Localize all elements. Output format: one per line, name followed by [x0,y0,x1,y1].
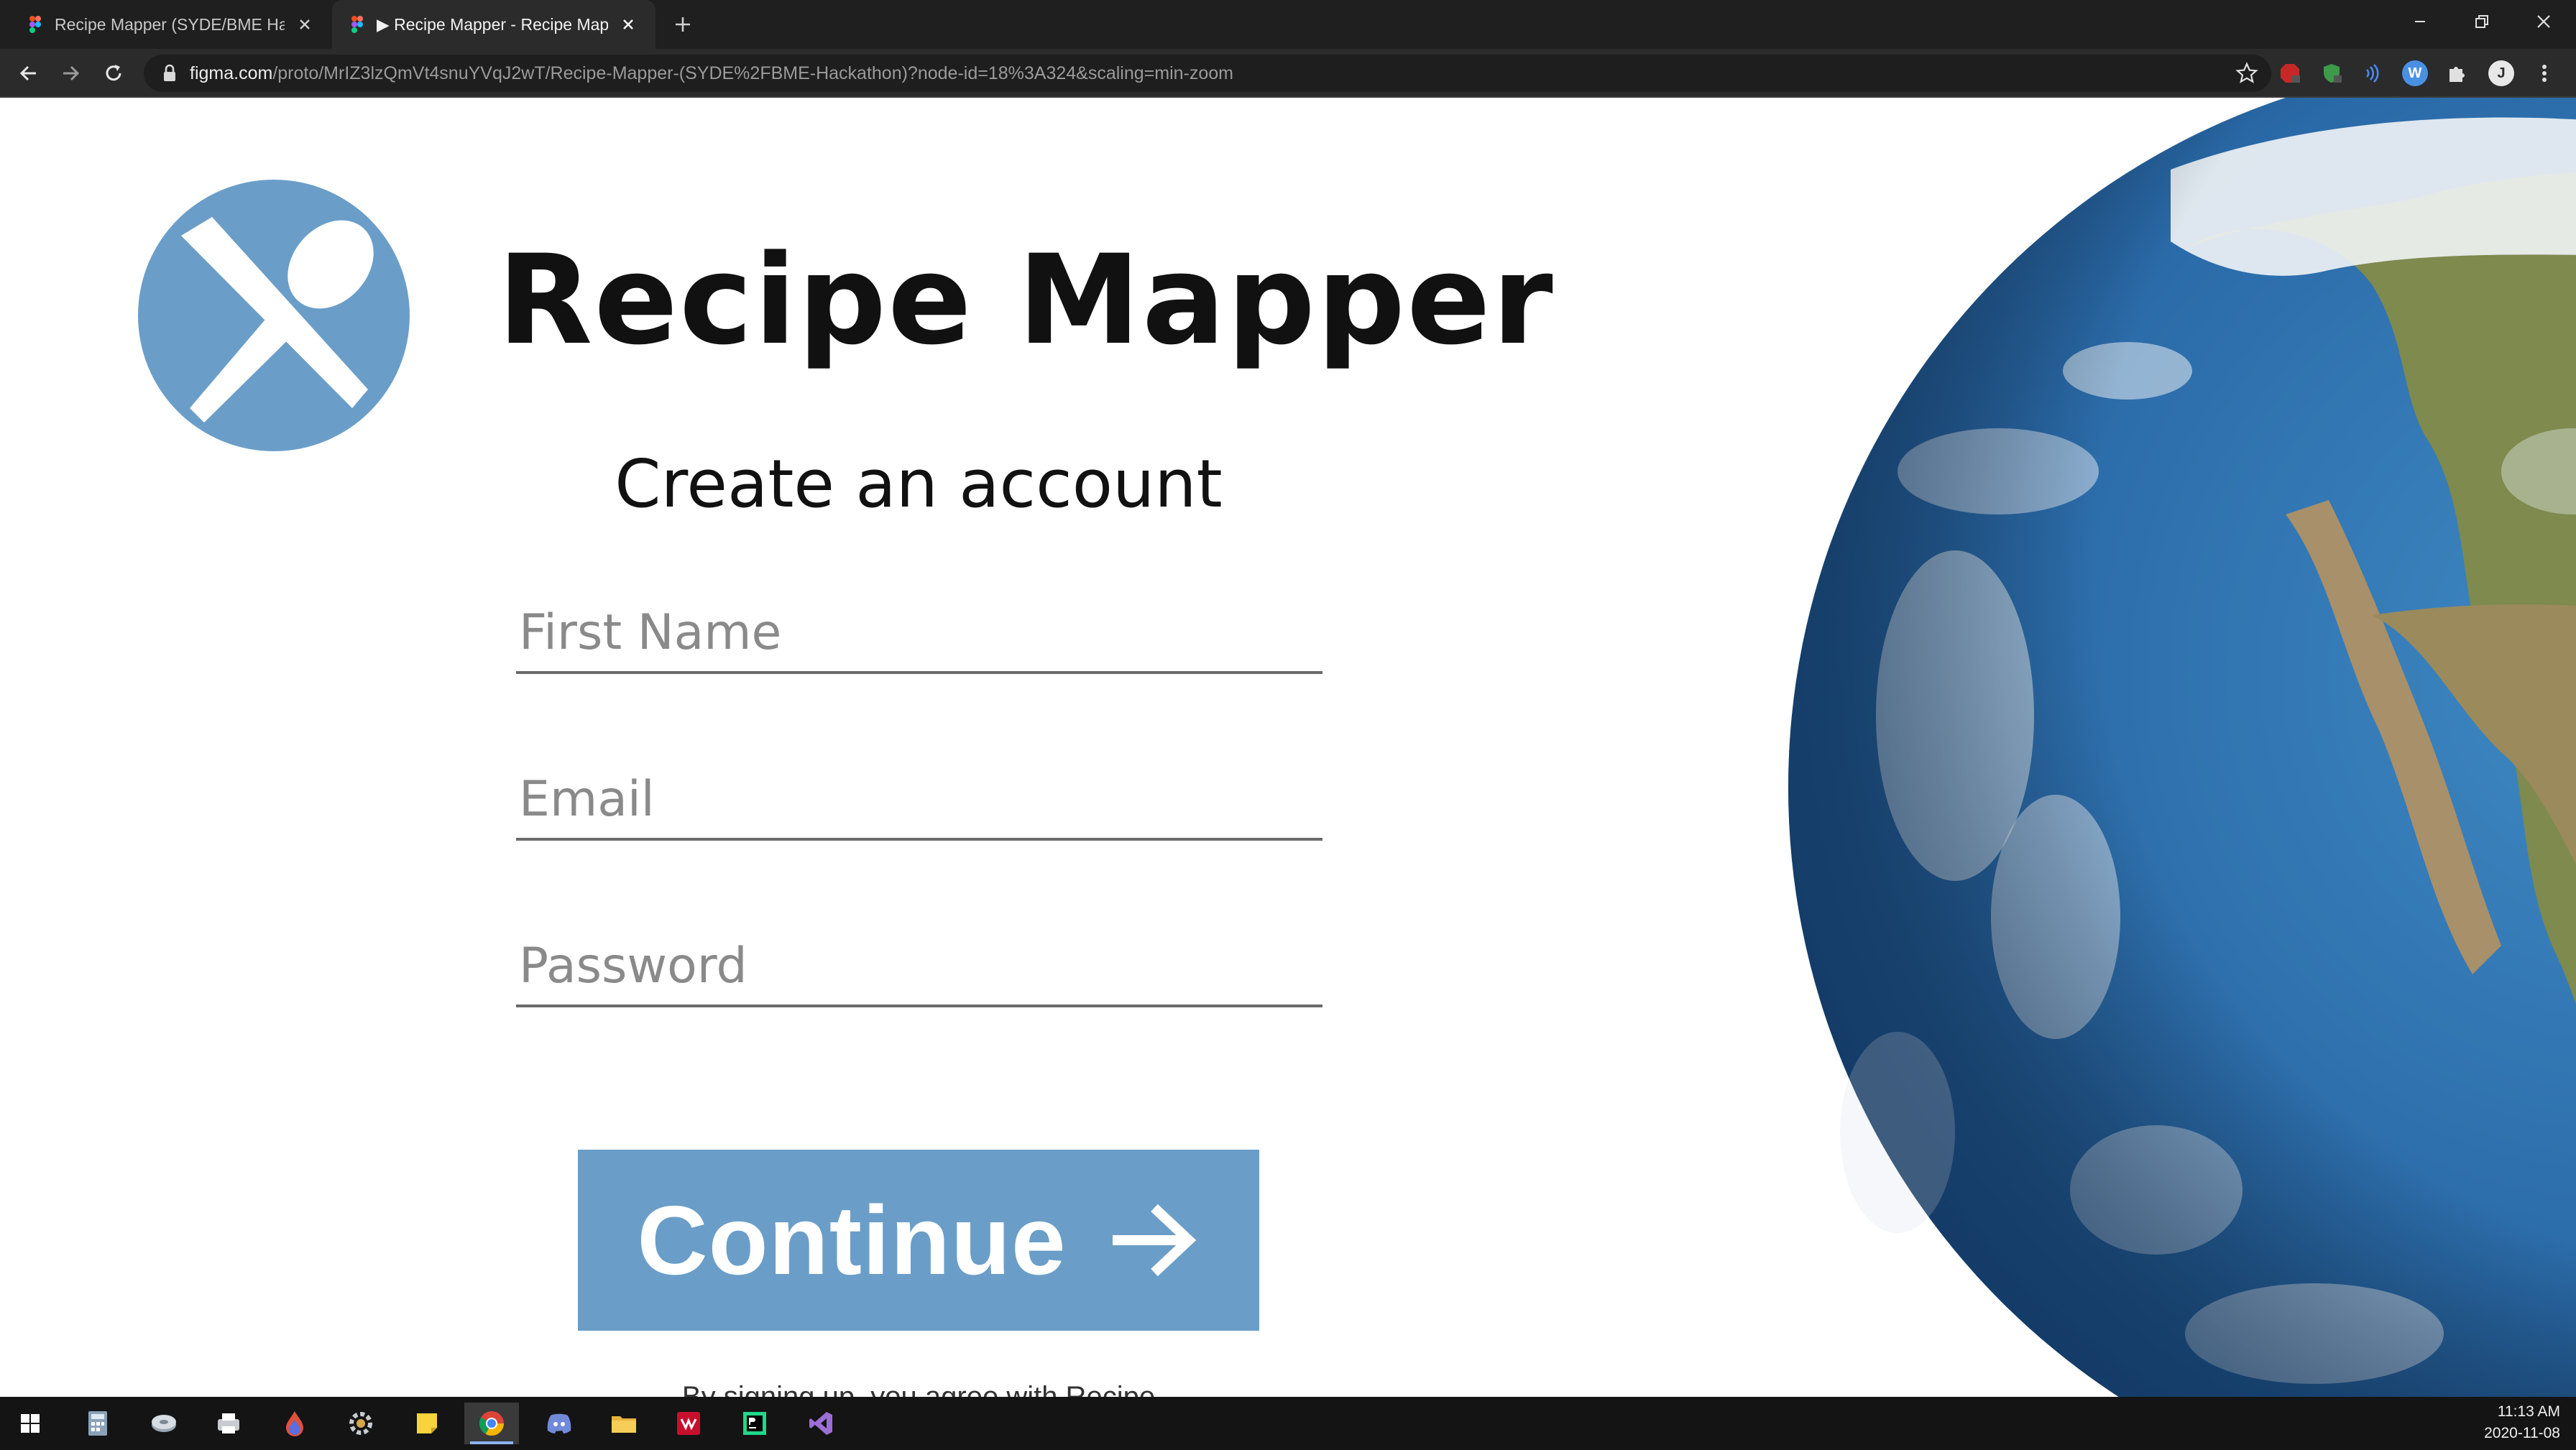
email-input[interactable] [516,763,1322,835]
tab-recipe-mapper-prototype[interactable]: ▶ Recipe Mapper - Recipe Mapp [332,0,656,49]
figma-icon [351,16,363,33]
close-icon [2537,15,2550,28]
address-bar[interactable]: figma.com/proto/MrIZ3lzQmVt4snuYVqJ2wT/R… [144,55,2271,92]
calculator-icon [88,1411,107,1436]
discord-icon [547,1413,571,1433]
extension-sound-icon[interactable] [2359,60,2385,86]
extension-w-icon[interactable]: W [2402,60,2428,86]
plus-icon [676,17,690,32]
url-host: figma.com [190,63,273,83]
screen: Recipe Mapper (SYDE/BME Hack ▶ Recipe Ma… [0,0,2576,1450]
windows-taskbar: 11:13 AM 2020-11-08 [0,1397,2576,1450]
profile-avatar[interactable]: J [2488,60,2514,86]
reload-icon [106,65,121,81]
windows-logo-icon [21,1414,40,1433]
arrow-right-icon [1112,1204,1196,1277]
restore-icon [2475,15,2488,28]
gear-icon [349,1412,372,1435]
close-icon[interactable] [617,13,640,36]
taskbar-discord[interactable] [532,1403,586,1444]
tab-recipe-mapper-file[interactable]: Recipe Mapper (SYDE/BME Hack [10,0,332,49]
tab-title: ▶ Recipe Mapper - Recipe Mapp [377,14,608,34]
taskbar-app-gear[interactable] [334,1403,388,1444]
earth-globe-image [1788,98,2576,1397]
terms-text: By signing up, you agree with Recipe [681,1381,1156,1397]
continue-button[interactable]: Continue [578,1150,1259,1331]
url-text[interactable]: figma.com/proto/MrIZ3lzQmVt4snuYVqJ2wT/R… [190,55,1233,92]
taskbar-visual-studio[interactable] [794,1403,848,1444]
first-name-input[interactable] [516,596,1322,668]
browser-tab-strip: Recipe Mapper (SYDE/BME Hack ▶ Recipe Ma… [0,0,2576,49]
back-button[interactable] [12,56,46,91]
reload-button[interactable] [96,56,131,91]
menu-kebab-icon[interactable] [2531,60,2557,86]
taskbar-app-disk[interactable] [137,1403,191,1444]
system-clock[interactable]: 11:13 AM 2020-11-08 [2484,1401,2560,1444]
new-tab-button[interactable] [668,10,697,39]
taskbar-app-drop[interactable] [267,1403,322,1444]
pycharm-icon [743,1412,766,1435]
taskbar-file-explorer[interactable] [597,1403,651,1444]
brand-title: Recipe Mapper [497,228,1555,372]
taskbar-app-printer[interactable] [201,1403,256,1444]
continue-label: Continue [637,1186,1067,1295]
extension-shield-icon[interactable] [2319,60,2345,86]
prototype-page: Recipe Mapper Create an account Continue… [0,98,2576,1397]
taskbar-solidworks[interactable] [661,1403,716,1444]
forward-button[interactable] [53,56,88,91]
sticky-note-icon [417,1413,437,1433]
browser-toolbar: figma.com/proto/MrIZ3lzQmVt4snuYVqJ2wT/R… [0,49,2576,98]
minimize-icon [2415,21,2425,22]
extension-adblock-icon[interactable] [2277,60,2303,86]
minimize-button[interactable] [2388,0,2452,43]
arrow-right-icon [63,65,80,81]
clock-time: 11:13 AM [2497,1403,2560,1420]
lock-icon [164,64,175,81]
restore-button[interactable] [2450,0,2514,43]
fork-spoon-logo-icon [138,180,410,451]
password-field[interactable] [516,907,1322,1007]
taskbar-pycharm[interactable] [727,1403,782,1444]
folder-icon [612,1416,636,1433]
chrome-icon [479,1411,504,1436]
windows-start-button[interactable] [3,1403,58,1444]
disk-icon [152,1415,176,1432]
url-path: /proto/MrIZ3lzQmVt4snuYVqJ2wT/Recipe-Map… [272,63,1233,83]
arrow-left-icon [19,65,36,81]
solidworks-icon [677,1412,700,1435]
extensions-puzzle-icon[interactable] [2444,60,2470,86]
taskbar-chrome[interactable] [464,1403,519,1444]
clock-date: 2020-11-08 [2484,1425,2560,1441]
bookmark-star-icon[interactable] [2235,62,2258,85]
password-input[interactable] [516,930,1322,1002]
tab-title: Recipe Mapper (SYDE/BME Hack [55,14,285,34]
figma-icon [29,16,41,33]
taskbar-calculator[interactable] [70,1403,125,1444]
first-name-field[interactable] [516,573,1322,674]
visual-studio-icon [809,1412,832,1435]
printer-icon [218,1413,239,1433]
form-heading: Create an account [615,445,1223,522]
color-drop-icon [286,1411,303,1436]
email-field[interactable] [516,740,1322,841]
taskbar-sticky-notes[interactable] [400,1403,454,1444]
close-icon[interactable] [293,13,316,36]
close-window-button[interactable] [2511,0,2576,43]
